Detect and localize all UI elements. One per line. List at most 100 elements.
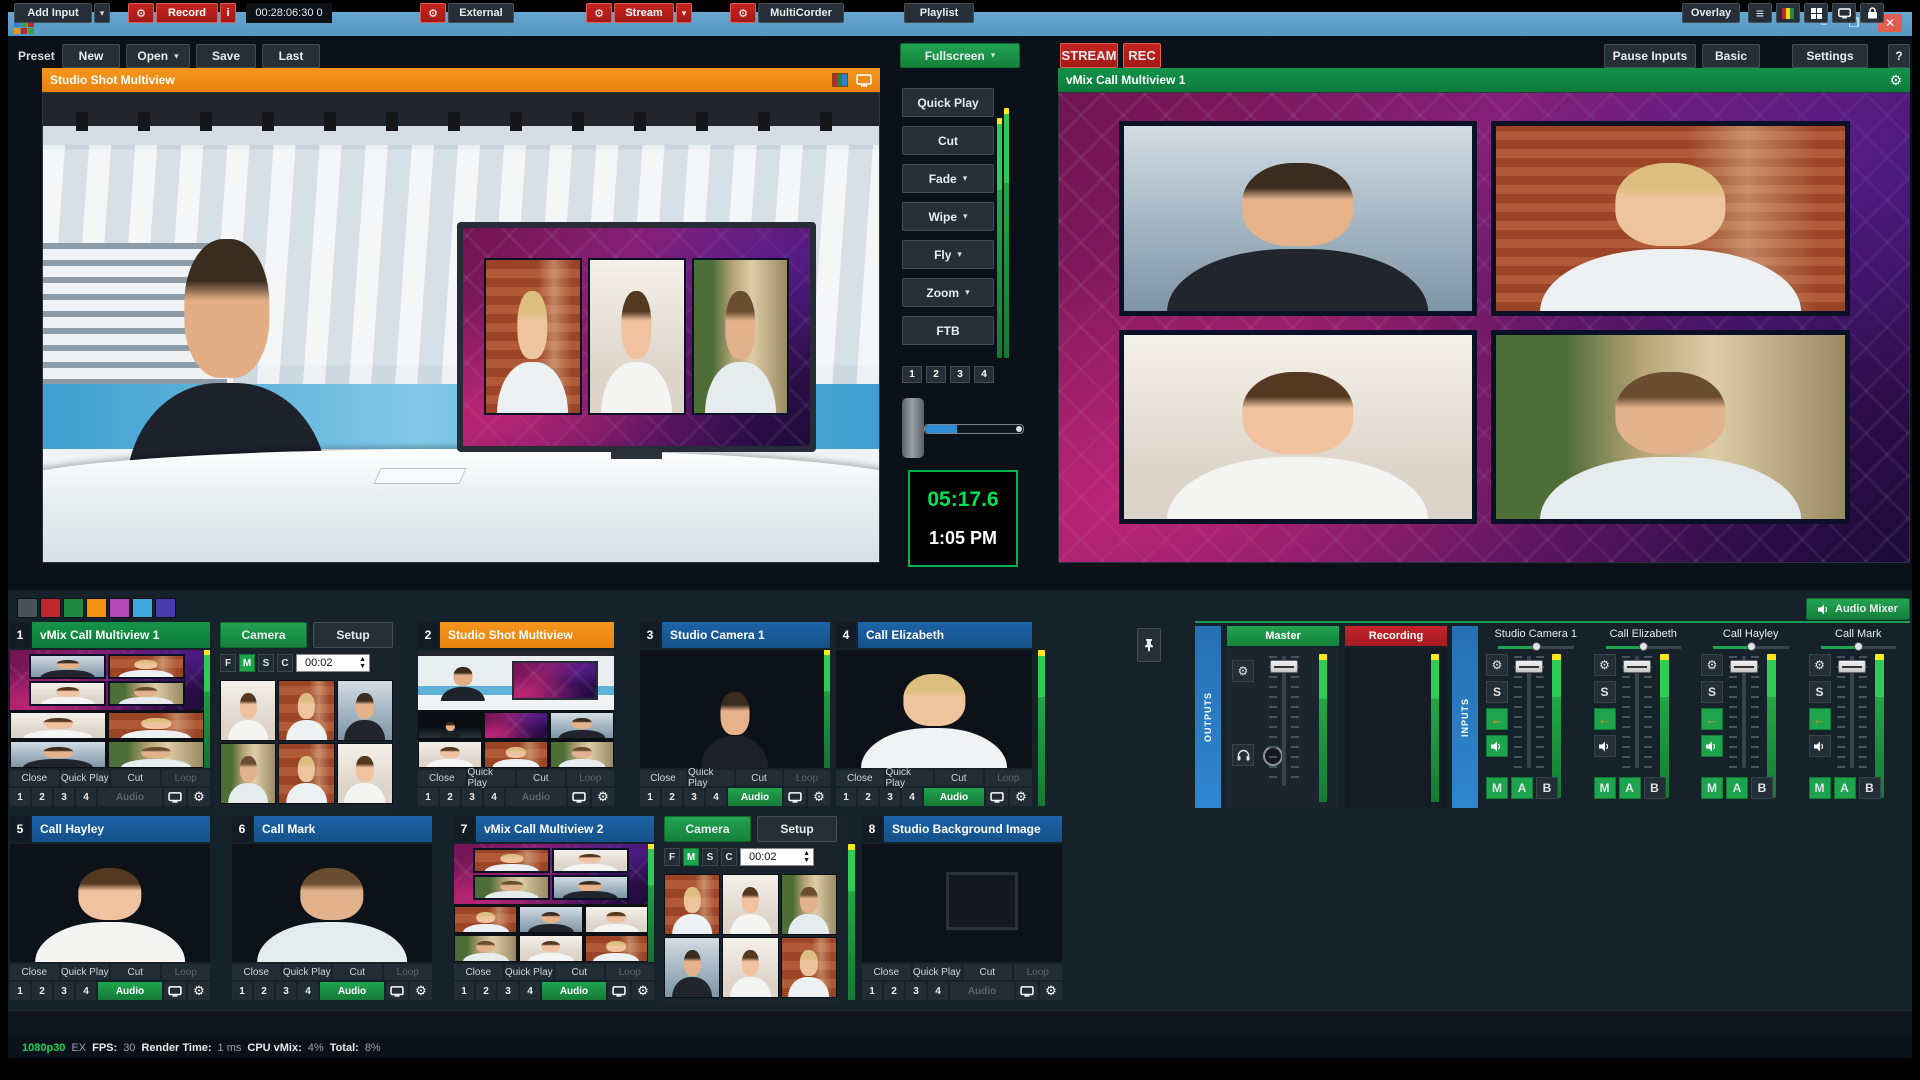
fullscreen-monitor-icon[interactable] xyxy=(1832,3,1856,23)
overlay-1-button[interactable]: 1 xyxy=(640,788,660,806)
pan-slider[interactable] xyxy=(1713,642,1789,652)
record-settings-gear-icon[interactable]: ⚙ xyxy=(128,3,154,23)
overlay-2-button[interactable]: 2 xyxy=(32,982,52,1000)
overlay-3-button[interactable]: 3 xyxy=(462,788,482,806)
fine-button[interactable]: F xyxy=(664,848,680,866)
gear-icon[interactable]: ⚙ xyxy=(188,982,210,1000)
ftb-button[interactable]: FTB xyxy=(902,316,994,345)
gear-icon[interactable]: ⚙ xyxy=(592,788,614,806)
overlay-3-button[interactable]: 3 xyxy=(880,788,900,806)
mute-button[interactable] xyxy=(1809,735,1831,757)
monitor-icon[interactable] xyxy=(568,788,590,806)
preview-monitor[interactable] xyxy=(1058,92,1910,563)
bus-b-button[interactable]: B xyxy=(1751,777,1773,799)
close-button[interactable]: Close xyxy=(836,770,884,786)
overlay-2-button[interactable]: 2 xyxy=(858,788,878,806)
camera-tab[interactable]: Camera xyxy=(220,622,307,648)
quick-play-button[interactable]: Quick Play xyxy=(468,770,516,786)
rec-indicator-button[interactable]: REC xyxy=(1123,43,1161,68)
overlay-1-button[interactable]: 1 xyxy=(10,982,30,1000)
fullscreen-button[interactable]: Fullscreen▾ xyxy=(900,43,1020,68)
custom-button[interactable]: C xyxy=(277,654,293,672)
custom-button[interactable]: C xyxy=(721,848,737,866)
multicorder-button[interactable]: MultiCorder xyxy=(758,3,844,23)
audio-button[interactable]: Audio xyxy=(506,788,566,806)
gear-icon[interactable]: ⚙ xyxy=(808,788,830,806)
bus-a-button[interactable]: A xyxy=(1619,777,1641,799)
bus-b-button[interactable]: B xyxy=(1644,777,1666,799)
loop-button[interactable]: Loop xyxy=(567,770,615,786)
tally-swatch[interactable] xyxy=(155,598,176,618)
bus-a-button[interactable]: A xyxy=(1511,777,1533,799)
overlay-2-button[interactable]: 2 xyxy=(32,788,52,806)
audio-button[interactable]: Audio xyxy=(950,982,1014,1000)
input-thumbnail[interactable] xyxy=(418,650,614,768)
input-thumbnail[interactable] xyxy=(862,844,1062,962)
master-bus-button[interactable]: M xyxy=(1486,777,1508,799)
monitor-icon[interactable] xyxy=(1016,982,1038,1000)
audio-button[interactable]: Audio xyxy=(98,788,162,806)
input-thumbnail[interactable] xyxy=(836,650,1032,768)
tally-swatch[interactable] xyxy=(109,598,130,618)
fader-handle[interactable] xyxy=(1270,660,1298,673)
overlay-3-button[interactable]: 3 xyxy=(684,788,704,806)
overlay-1-button[interactable]: 1 xyxy=(454,982,474,1000)
input-thumbnail[interactable] xyxy=(232,844,432,962)
open-button[interactable]: Open▾ xyxy=(126,44,190,68)
overlay-1-button[interactable]: 1 xyxy=(418,788,438,806)
gear-icon[interactable]: ⚙ xyxy=(1232,660,1254,682)
close-button[interactable]: Close xyxy=(640,770,686,786)
grid-view-icon[interactable] xyxy=(1804,3,1828,23)
transition-tbar-track[interactable] xyxy=(924,424,1024,434)
program-monitor[interactable] xyxy=(42,92,880,563)
tally-swatch[interactable] xyxy=(63,598,84,618)
overlay-2-button[interactable]: 2 xyxy=(440,788,460,806)
overlay-1-button[interactable]: 1 xyxy=(902,366,922,383)
quick-play-button[interactable]: Quick Play xyxy=(283,964,332,980)
loop-button[interactable]: Loop xyxy=(162,770,211,786)
quick-play-button[interactable]: Quick Play xyxy=(61,964,110,980)
slow-button[interactable]: S xyxy=(258,654,274,672)
overlay-4-button[interactable]: 4 xyxy=(484,788,504,806)
medium-button[interactable]: M xyxy=(239,654,255,672)
gear-icon[interactable]: ⚙ xyxy=(410,982,432,1000)
overlay-2-button[interactable]: 2 xyxy=(926,366,946,383)
camera-tab[interactable]: Camera xyxy=(664,816,751,842)
help-button[interactable]: ? xyxy=(1888,44,1910,68)
headphones-icon[interactable] xyxy=(1232,744,1254,766)
auto-mix-button[interactable]: ← xyxy=(1809,708,1831,730)
overlay-2-button[interactable]: 2 xyxy=(476,982,496,1000)
overlay-3-button[interactable]: 3 xyxy=(54,788,74,806)
close-button[interactable]: Close xyxy=(454,964,503,980)
solo-button[interactable]: S xyxy=(1594,681,1616,703)
audio-button[interactable]: Audio xyxy=(98,982,162,1000)
overlay-2-button[interactable]: 2 xyxy=(662,788,682,806)
overlay-3-button[interactable]: 3 xyxy=(54,982,74,1000)
external-settings-gear-icon[interactable]: ⚙ xyxy=(420,3,446,23)
mute-button[interactable] xyxy=(1486,735,1508,757)
medium-button[interactable]: M xyxy=(683,848,699,866)
audio-button[interactable]: Audio xyxy=(320,982,384,1000)
bus-b-button[interactable]: B xyxy=(1536,777,1558,799)
quick-play-button[interactable]: Quick Play xyxy=(913,964,962,980)
overlay-3-button[interactable]: 3 xyxy=(906,982,926,1000)
close-button[interactable]: Close xyxy=(10,964,59,980)
cut-button[interactable]: Cut xyxy=(736,770,782,786)
new-button[interactable]: New xyxy=(62,44,120,68)
audio-button[interactable]: Audio xyxy=(924,788,984,806)
audio-button[interactable]: Audio xyxy=(728,788,782,806)
record-info-button[interactable]: i xyxy=(220,3,236,23)
settings-button[interactable]: Settings xyxy=(1792,44,1868,68)
input-thumbnail[interactable] xyxy=(10,844,210,962)
master-fader[interactable] xyxy=(1269,656,1299,786)
monitor-icon[interactable] xyxy=(784,788,806,806)
loop-button[interactable]: Loop xyxy=(384,964,433,980)
stream-button[interactable]: Stream xyxy=(614,3,674,23)
multicorder-settings-gear-icon[interactable]: ⚙ xyxy=(730,3,756,23)
input-thumbnail[interactable] xyxy=(640,650,830,768)
overlay-2-button[interactable]: 2 xyxy=(254,982,274,1000)
monitor-icon[interactable] xyxy=(856,74,872,87)
slow-button[interactable]: S xyxy=(702,848,718,866)
save-button[interactable]: Save xyxy=(196,44,256,68)
overlay-3-button[interactable]: 3 xyxy=(276,982,296,1000)
